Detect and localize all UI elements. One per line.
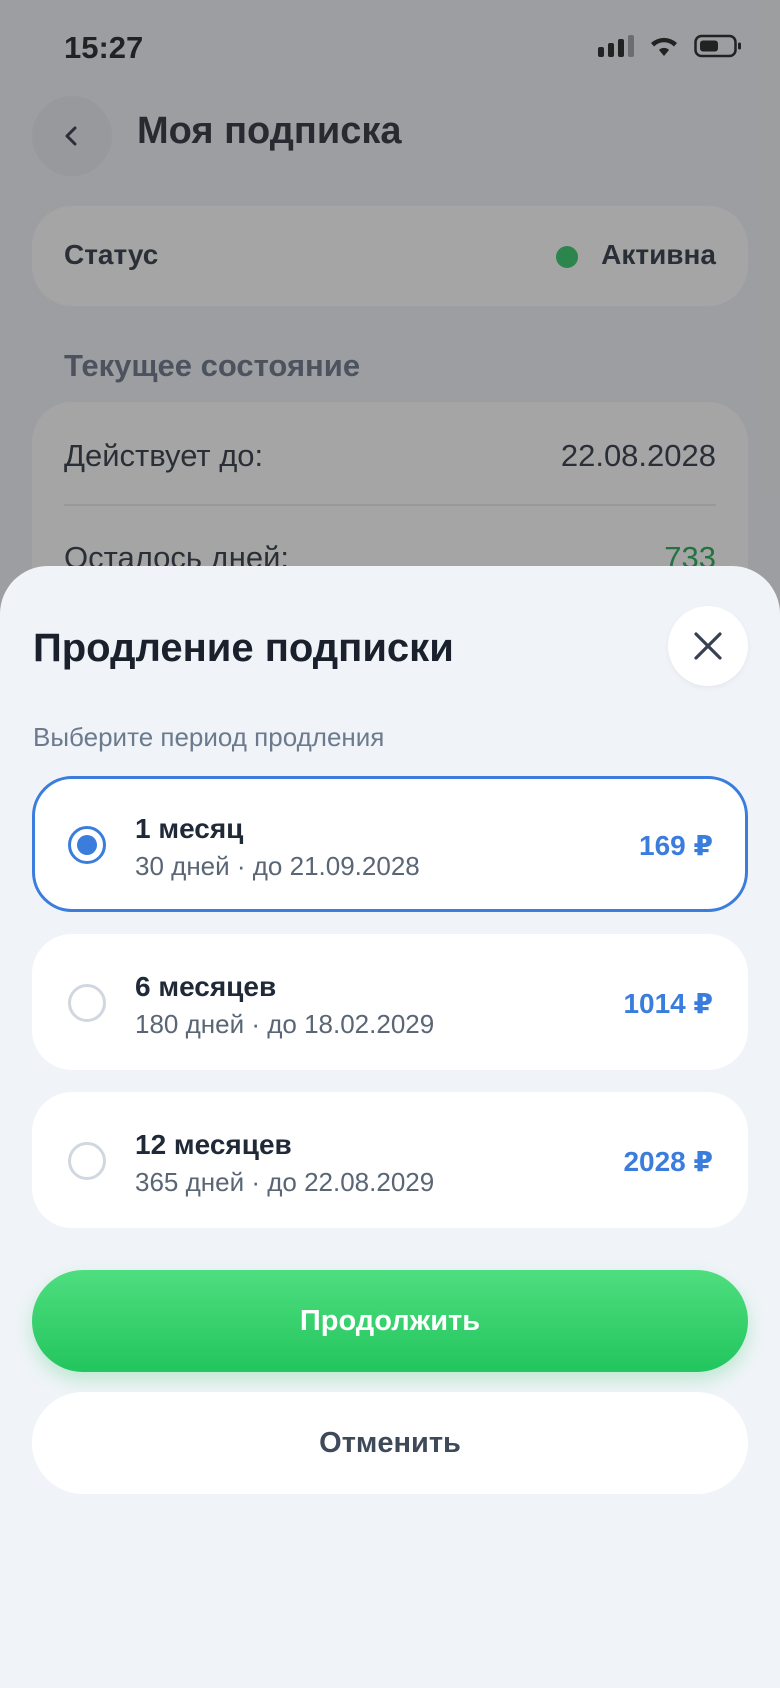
- cancel-button[interactable]: Отменить: [32, 1392, 748, 1494]
- option-price: 2028 ₽: [623, 1146, 713, 1177]
- sheet-subtitle: Выберите период продления: [33, 722, 385, 752]
- renewal-bottom-sheet: Продление подписки Выберите период продл…: [0, 566, 780, 1688]
- option-description: 180 дней · до 18.02.2029: [135, 1009, 435, 1039]
- option-description: 30 дней · до 21.09.2028: [135, 851, 420, 881]
- period-option-6-months[interactable]: 6 месяцев 180 дней · до 18.02.2029 1014 …: [32, 934, 748, 1070]
- period-option-1-month[interactable]: 1 месяц 30 дней · до 21.09.2028 169 ₽: [32, 776, 748, 912]
- sheet-title: Продление подписки: [33, 626, 454, 670]
- radio-button[interactable]: [68, 1142, 106, 1180]
- option-price: 169 ₽: [639, 830, 713, 861]
- option-title: 1 месяц: [135, 813, 244, 844]
- option-title: 6 месяцев: [135, 971, 277, 1002]
- radio-button[interactable]: [68, 826, 106, 864]
- close-button[interactable]: [668, 606, 748, 686]
- option-title: 12 месяцев: [135, 1129, 292, 1160]
- period-option-12-months[interactable]: 12 месяцев 365 дней · до 22.08.2029 2028…: [32, 1092, 748, 1228]
- option-description: 365 дней · до 22.08.2029: [135, 1167, 435, 1197]
- option-price: 1014 ₽: [623, 988, 713, 1019]
- close-icon: [694, 632, 722, 660]
- radio-button[interactable]: [68, 984, 106, 1022]
- continue-button[interactable]: Продолжить: [32, 1270, 748, 1372]
